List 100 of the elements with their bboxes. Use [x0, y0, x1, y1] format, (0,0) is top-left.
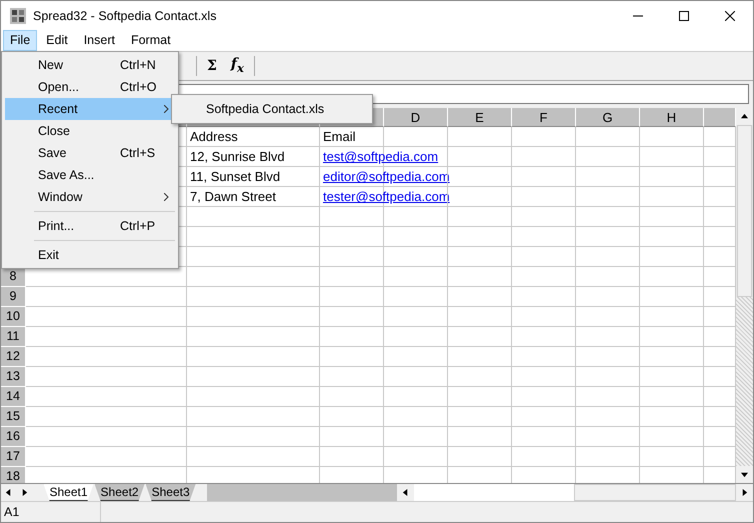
- table-cell: [512, 367, 576, 388]
- function-button[interactable]: f$_{x}$: [226, 54, 248, 78]
- row-header[interactable]: 15: [1, 407, 26, 428]
- table-cell: [512, 447, 576, 468]
- menu-entry[interactable]: Close: [5, 120, 175, 142]
- table-cell: [640, 347, 704, 368]
- row-header[interactable]: 8: [1, 267, 26, 288]
- table-cell: [576, 227, 640, 248]
- table-cell: [448, 407, 512, 428]
- table-cell: [640, 267, 704, 288]
- table-cell: [448, 187, 512, 208]
- column-header[interactable]: E: [448, 108, 512, 128]
- menu-entry[interactable]: Open... Ctrl+O: [5, 76, 175, 98]
- table-cell: [320, 327, 384, 348]
- table-cell: [448, 127, 512, 148]
- table-cell: [384, 407, 448, 428]
- table-cell: [576, 207, 640, 228]
- column-header[interactable]: F: [512, 108, 576, 128]
- table-cell: [640, 327, 704, 348]
- table-cell: [320, 307, 384, 328]
- table-cell: [512, 187, 576, 208]
- table-cell: [512, 227, 576, 248]
- table-cell: [448, 307, 512, 328]
- table-cell: [320, 447, 384, 468]
- table-cell: [512, 167, 576, 188]
- row-header[interactable]: 11: [1, 327, 26, 348]
- table-cell: [576, 307, 640, 328]
- scroll-right-icon: [741, 488, 748, 496]
- table-cell: [320, 387, 384, 408]
- maximize-icon: [679, 10, 689, 20]
- table-cell: [640, 307, 704, 328]
- table-cell: [512, 147, 576, 168]
- email-link[interactable]: tester@softpedia.com: [323, 189, 450, 204]
- menu-entry[interactable]: Save Ctrl+S: [5, 142, 175, 164]
- table-cell: [448, 367, 512, 388]
- table-cell: [512, 387, 576, 408]
- sum-button[interactable]: Σ: [203, 56, 221, 76]
- table-cell: [576, 347, 640, 368]
- table-cell: [576, 267, 640, 288]
- table-cell: [576, 127, 640, 148]
- table-cell: 11, Sunset Blvd: [187, 167, 320, 188]
- table-cell: [576, 387, 640, 408]
- column-header[interactable]: H: [640, 108, 704, 128]
- sheet-tab[interactable]: Sheet3: [146, 484, 196, 501]
- horizontal-scrollbar[interactable]: [397, 484, 753, 501]
- table-cell: [448, 227, 512, 248]
- menu-entry[interactable]: Save As...: [5, 164, 175, 186]
- window-title: Spread32 - Softpedia Contact.xls: [33, 8, 216, 22]
- row-header[interactable]: 10: [1, 307, 26, 328]
- table-cell: [384, 447, 448, 468]
- table-cell: [576, 407, 640, 428]
- table-cell: [384, 307, 448, 328]
- column-header[interactable]: G: [576, 108, 640, 128]
- row-header[interactable]: 18: [1, 467, 26, 483]
- table-cell: [576, 167, 640, 188]
- menu-entry[interactable]: Window: [5, 186, 175, 208]
- table-cell: [576, 147, 640, 168]
- menu-item[interactable]: Edit: [39, 30, 75, 51]
- email-link[interactable]: test@softpedia.com: [323, 149, 438, 164]
- row-header[interactable]: 12: [1, 347, 26, 368]
- table-cell: [448, 347, 512, 368]
- table-cell: [448, 387, 512, 408]
- email-link[interactable]: editor@softpedia.com: [323, 169, 450, 184]
- row-header[interactable]: 16: [1, 427, 26, 448]
- table-cell: [320, 367, 384, 388]
- table-cell: [384, 267, 448, 288]
- menu-item[interactable]: Format: [124, 30, 178, 51]
- table-cell: [576, 247, 640, 268]
- menu-item[interactable]: Insert: [76, 30, 122, 51]
- table-cell: [512, 347, 576, 368]
- table-cell: [448, 327, 512, 348]
- table-cell: [640, 427, 704, 448]
- table-cell: [512, 407, 576, 428]
- sheet-tab[interactable]: Sheet1: [44, 484, 94, 501]
- table-cell: [640, 387, 704, 408]
- scroll-up-icon: [741, 113, 748, 120]
- column-header[interactable]: D: [384, 108, 448, 128]
- table-cell: [640, 367, 704, 388]
- table-cell: [320, 247, 384, 268]
- row-header[interactable]: 13: [1, 367, 26, 388]
- menu-entry[interactable]: Print... Ctrl+P: [5, 215, 175, 237]
- cell-reference: A1: [1, 502, 101, 522]
- table-cell: [448, 287, 512, 308]
- row-header[interactable]: 14: [1, 387, 26, 408]
- vertical-scrollbar[interactable]: [736, 108, 753, 483]
- table-cell: [320, 407, 384, 428]
- table-cell: [448, 267, 512, 288]
- column-header[interactable]: [704, 108, 736, 128]
- table-cell: [384, 227, 448, 248]
- table-cell: [576, 427, 640, 448]
- menu-entry[interactable]: New Ctrl+N: [5, 54, 175, 76]
- menu-item[interactable]: File: [3, 30, 38, 51]
- left-arrow-icon: [5, 488, 12, 496]
- menu-entry[interactable]: Exit: [5, 244, 175, 266]
- row-header[interactable]: 17: [1, 447, 26, 468]
- row-header[interactable]: 9: [1, 287, 26, 308]
- sheet-tab[interactable]: Sheet2: [94, 484, 145, 501]
- recent-file-entry[interactable]: Softpedia Contact.xls: [172, 98, 372, 120]
- table-cell: [640, 407, 704, 428]
- table-cell: [320, 267, 384, 288]
